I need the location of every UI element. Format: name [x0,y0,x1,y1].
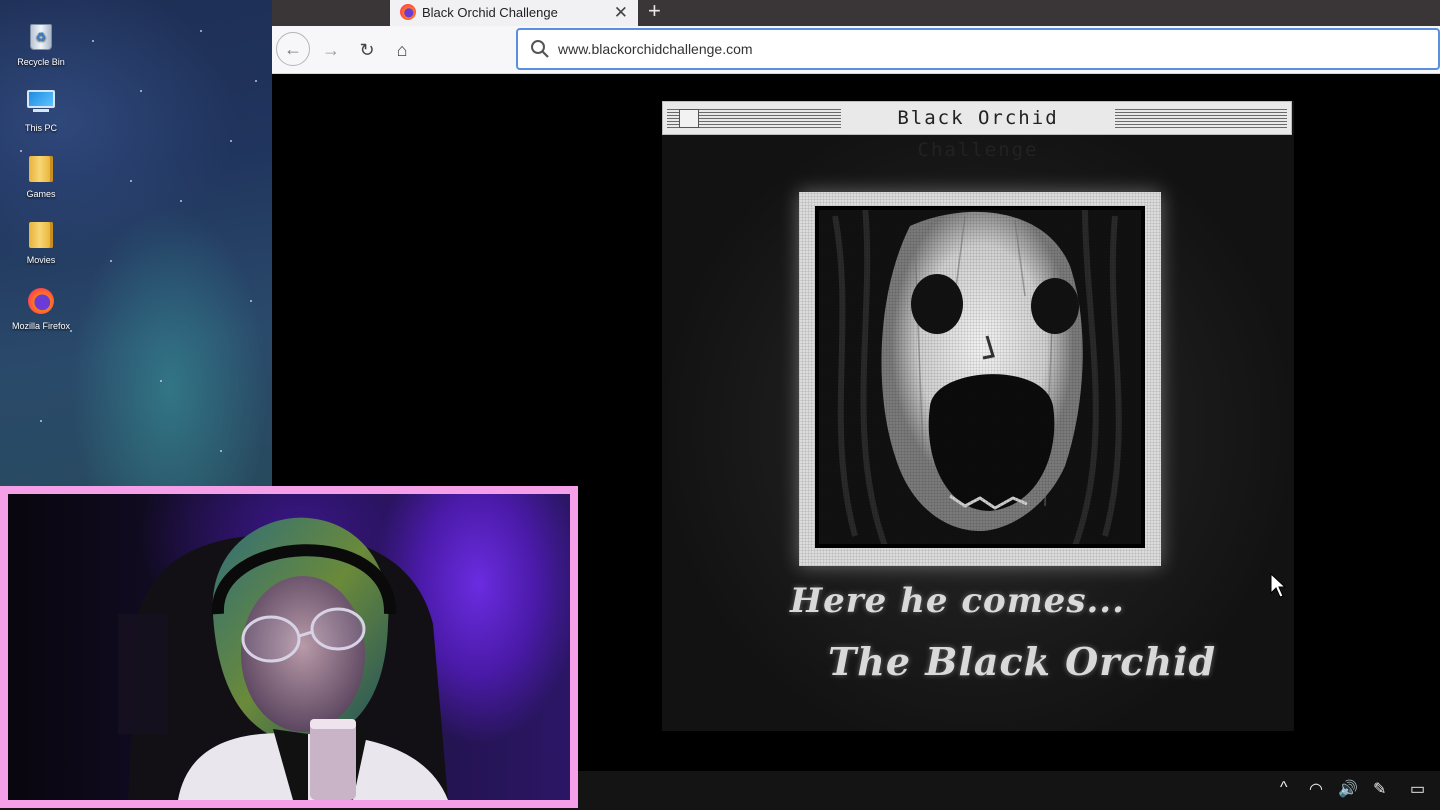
star [92,40,94,42]
black-orchid-portrait [815,206,1145,548]
notifications-icon[interactable]: ▭ [1410,779,1425,799]
desktop-icon-games[interactable]: Games [10,154,72,199]
portrait-frame [799,192,1161,566]
star [130,180,132,182]
browser-tab[interactable]: Black Orchid Challenge ✕ [390,0,638,26]
search-icon [531,40,549,58]
star [110,260,112,262]
star [40,420,42,422]
desktop-icon-label: Recycle Bin [17,57,65,67]
star [20,150,22,152]
volume-icon[interactable]: 🔊 [1338,779,1358,799]
desktop-icon-label: Movies [26,255,56,265]
star [220,450,222,452]
star [160,380,162,382]
webcam-feed [8,494,570,800]
desktop-icon-label: Games [26,189,56,199]
new-tab-button[interactable]: + [648,0,661,24]
firefox-icon [28,288,54,314]
recycle-bin-icon: ♻ [30,24,52,50]
tray-chevron-icon[interactable]: ^ [1280,779,1288,797]
url-bar[interactable]: www.blackorchidchallenge.com [516,28,1440,70]
forward-button[interactable]: → [315,34,347,66]
network-icon[interactable]: ◠ [1309,779,1323,799]
titlebar-stripes [1115,107,1287,129]
computer-icon [27,90,55,108]
folder-icon [29,222,53,248]
retro-window-titlebar: Black Orchid Challenge [662,101,1292,161]
star [200,30,202,32]
star [250,300,252,302]
home-button[interactable]: ⌂ [386,34,418,66]
mouse-cursor-icon [1270,573,1286,598]
retro-window-title: Black Orchid Challenge [843,102,1113,161]
back-button[interactable]: ← [276,32,310,66]
streamer-silhouette [118,517,448,800]
star [140,90,142,92]
desktop-icon-this-pc[interactable]: This PC [10,86,72,133]
tab-title: Black Orchid Challenge [422,5,558,20]
close-icon[interactable]: ✕ [614,0,628,25]
star [230,140,232,142]
star [180,200,182,202]
browser-tab-strip: Black Orchid Challenge ✕ + [272,0,1440,26]
caption-line-1: Here he comes... [790,581,1125,621]
firefox-icon [400,4,416,20]
desktop-icon-movies[interactable]: Movies [10,220,72,265]
pen-icon[interactable]: ✎ [1373,779,1386,799]
webcam-overlay [0,486,578,808]
desktop-icon-label: Mozilla Firefox [11,321,70,331]
desktop-icon-firefox[interactable]: Mozilla Firefox [10,286,72,331]
desktop-wallpaper: ♻ Recycle Bin This PC Games Movies Mozil… [0,0,272,486]
reload-button[interactable]: ↻ [351,34,383,66]
url-text: www.blackorchidchallenge.com [558,41,753,57]
star [255,80,257,82]
folder-icon [29,156,53,182]
caption-line-2: The Black Orchid [828,639,1217,684]
desktop-icon-recycle-bin[interactable]: ♻ Recycle Bin [10,22,72,67]
retro-close-box[interactable] [679,109,699,128]
retro-window: Black Orchid Challenge Here he comes... … [662,101,1294,731]
desktop-icon-label: This PC [24,123,57,133]
browser-navbar: ← → ↻ ⌂ www.blackorchidchallenge.com [272,26,1440,74]
